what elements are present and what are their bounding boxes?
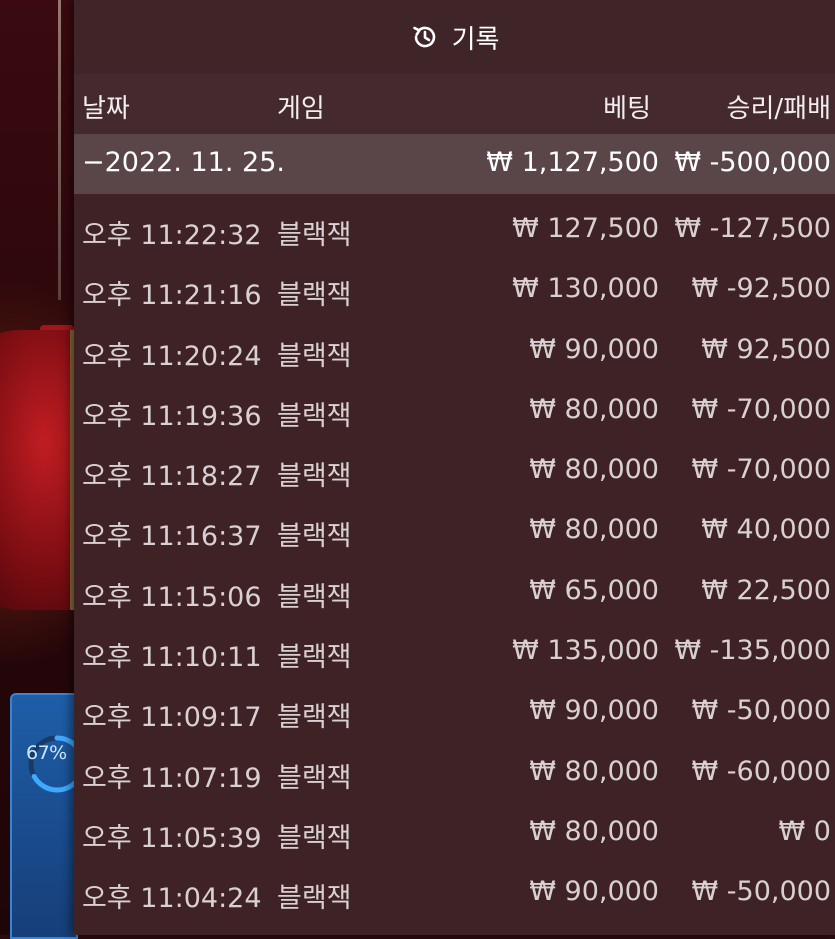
table-row[interactable]: 오후 11:07:19 블랙잭 ₩ 80,000 ₩ -60,000	[74, 743, 835, 803]
row-bet: ₩ 130,000	[512, 273, 659, 305]
row-result: ₩ 0	[778, 815, 831, 847]
row-time: 오후 11:07:19	[82, 762, 262, 794]
row-bet: ₩ 80,000	[529, 815, 659, 847]
row-game: 블랙잭	[277, 220, 352, 251]
date-group-bet-total: ₩ 1,127,500	[486, 147, 659, 178]
history-icon	[412, 26, 435, 48]
row-bet: ₩ 65,000	[529, 574, 659, 606]
table-row[interactable]: 오후 11:15:06 블랙잭 ₩ 65,000 ₩ 22,500	[74, 562, 835, 622]
row-result: ₩ -127,500	[674, 213, 831, 244]
row-bet: ₩ 80,000	[529, 514, 659, 546]
row-time: 오후 11:10:11	[82, 642, 262, 674]
table-row[interactable]: 오후 11:21:16 블랙잭 ₩ 130,000 ₩ -92,500	[74, 260, 835, 320]
row-result: ₩ -50,000	[691, 876, 832, 908]
row-game: 블랙잭	[277, 642, 352, 674]
row-result: ₩ -70,000	[691, 393, 832, 425]
table-row[interactable]: 오후 11:10:11 블랙잭 ₩ 135,000 ₩ -135,000	[74, 622, 835, 682]
row-bet: ₩ 80,000	[529, 393, 659, 425]
row-bet: ₩ 135,000	[512, 635, 659, 667]
row-result: ₩ 22,500	[701, 574, 831, 606]
row-time: 오후 11:09:17	[82, 702, 262, 734]
row-game: 블랙잭	[277, 400, 352, 432]
row-time: 오후 11:21:16	[82, 280, 262, 312]
row-result: ₩ 40,000	[701, 514, 831, 546]
row-game: 블랙잭	[277, 581, 352, 613]
row-bet: ₩ 90,000	[529, 333, 659, 365]
row-game: 블랙잭	[277, 822, 352, 854]
row-bet: ₩ 90,000	[529, 695, 659, 727]
row-bet: ₩ 80,000	[529, 454, 659, 486]
row-time: 오후 11:04:24	[82, 883, 262, 915]
row-game: 블랙잭	[277, 521, 352, 553]
row-time: 오후 11:18:27	[82, 461, 262, 493]
row-game: 블랙잭	[277, 340, 352, 372]
row-game: 블랙잭	[277, 702, 352, 734]
row-time: 오후 11:05:39	[82, 822, 262, 854]
column-bet: 베팅	[603, 94, 651, 124]
row-result: ₩ -92,500	[691, 273, 832, 305]
row-game: 블랙잭	[277, 762, 352, 794]
row-time: 오후 11:19:36	[82, 400, 262, 432]
row-game: 블랙잭	[277, 280, 352, 312]
panel-title: 기록	[451, 24, 500, 55]
row-bet: ₩ 127,500	[512, 213, 659, 244]
row-time: 오후 11:16:37	[82, 521, 262, 553]
progress-widget[interactable]	[10, 693, 86, 939]
column-date: 날짜	[82, 94, 130, 124]
row-result: ₩ -50,000	[691, 695, 832, 727]
table-edge	[58, 0, 61, 300]
table-row[interactable]: 오후 11:19:36 블랙잭 ₩ 80,000 ₩ -70,000	[74, 381, 835, 441]
column-header: 날짜 게임 베팅 승리/패배	[74, 74, 835, 134]
progress-label: 67%	[26, 742, 67, 764]
panel-header: 기록	[74, 0, 835, 74]
row-result: ₩ -70,000	[691, 454, 832, 486]
history-panel: 기록 날짜 게임 베팅 승리/패배 −2022. 11. 25. ₩ 1,127…	[74, 0, 835, 935]
table-row[interactable]: 오후 11:18:27 블랙잭 ₩ 80,000 ₩ -70,000	[74, 441, 835, 501]
row-result: ₩ -135,000	[674, 635, 831, 667]
date-group-result-total: ₩ -500,000	[674, 147, 831, 178]
column-game: 게임	[277, 94, 325, 124]
table-row[interactable]: 오후 11:05:39 블랙잭 ₩ 80,000 ₩ 0	[74, 803, 835, 863]
table-row[interactable]: 오후 11:04:24 블랙잭 ₩ 90,000 ₩ -50,000	[74, 863, 835, 923]
row-bet: ₩ 80,000	[529, 755, 659, 787]
title-group: 기록	[410, 19, 500, 56]
table-row[interactable]: 오후 11:20:24 블랙잭 ₩ 90,000 ₩ 92,500	[74, 321, 835, 381]
table-row[interactable]: 오후 11:09:17 블랙잭 ₩ 90,000 ₩ -50,000	[74, 682, 835, 742]
date-group-label: −2022. 11. 25.	[82, 147, 285, 178]
row-game: 블랙잭	[277, 461, 352, 493]
row-time: 오후 11:20:24	[82, 340, 262, 372]
table-row[interactable]: 오후 11:22:32 블랙잭 ₩ 127,500 ₩ -127,500	[74, 200, 835, 260]
row-game: 블랙잭	[277, 883, 352, 915]
row-time: 오후 11:15:06	[82, 581, 262, 613]
chair	[0, 330, 80, 610]
row-bet: ₩ 90,000	[529, 876, 659, 908]
column-result: 승리/패배	[726, 94, 831, 124]
row-result: ₩ 92,500	[701, 333, 831, 365]
table-row[interactable]: 오후 11:16:37 블랙잭 ₩ 80,000 ₩ 40,000	[74, 501, 835, 561]
date-group-row[interactable]: −2022. 11. 25. ₩ 1,127,500 ₩ -500,000	[74, 134, 835, 194]
row-result: ₩ -60,000	[691, 755, 832, 787]
row-time: 오후 11:22:32	[82, 220, 262, 251]
history-list: 오후 11:22:32 블랙잭 ₩ 127,500 ₩ -127,500 오후 11:2…	[74, 200, 835, 924]
